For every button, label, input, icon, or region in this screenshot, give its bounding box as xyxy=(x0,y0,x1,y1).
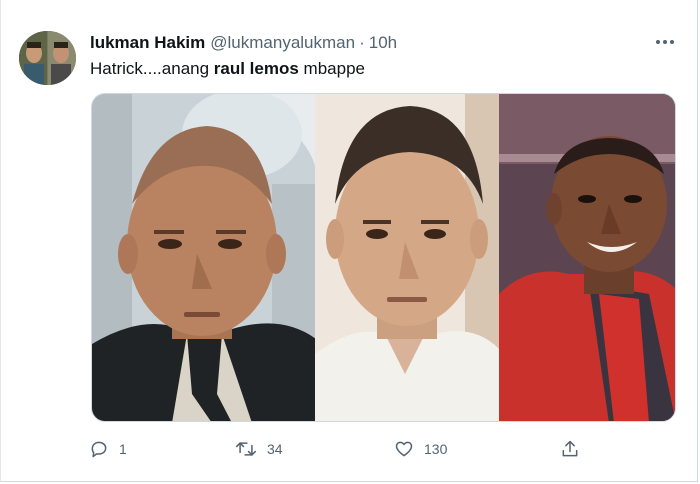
photo-middle[interactable] xyxy=(315,94,499,421)
author-handle[interactable]: @lukmanyalukman xyxy=(210,33,355,53)
avatar[interactable] xyxy=(19,31,76,85)
tweet-text: Hatrick....anang raul lemos mbappe xyxy=(90,58,365,80)
more-dots-icon xyxy=(656,40,674,44)
tweet-actions: 1 34 130 xyxy=(89,437,589,461)
avatar-image xyxy=(19,31,76,85)
photo-right-image xyxy=(498,94,675,421)
more-button[interactable] xyxy=(651,29,679,55)
share-icon xyxy=(562,440,578,457)
tweet-text-suffix: mbappe xyxy=(298,59,365,78)
tweet-time[interactable]: 10h xyxy=(369,33,397,53)
retweet-icon xyxy=(235,442,257,456)
share-button[interactable] xyxy=(560,437,580,461)
like-count: 130 xyxy=(424,441,448,457)
like-button[interactable]: 130 xyxy=(394,437,447,461)
heart-icon xyxy=(395,441,413,457)
retweet-button[interactable]: 34 xyxy=(235,437,283,461)
retweet-count: 34 xyxy=(267,441,283,457)
reply-count: 1 xyxy=(119,441,127,457)
author-name[interactable]: lukman Hakim xyxy=(90,33,205,53)
dot-separator: · xyxy=(359,33,365,52)
photo-left[interactable] xyxy=(92,94,316,421)
reply-button[interactable]: 1 xyxy=(89,437,127,461)
tweet-text-bold: raul lemos xyxy=(213,59,299,78)
tweet-text-prefix: Hatrick....anang xyxy=(90,59,214,78)
photo-left-image xyxy=(92,94,316,421)
media-grid[interactable] xyxy=(91,93,676,422)
tweet-header: lukman Hakim @lukmanyalukman · 10h xyxy=(90,32,397,54)
photo-right[interactable] xyxy=(498,94,675,421)
reply-icon xyxy=(91,441,107,458)
photo-middle-image xyxy=(315,94,499,421)
